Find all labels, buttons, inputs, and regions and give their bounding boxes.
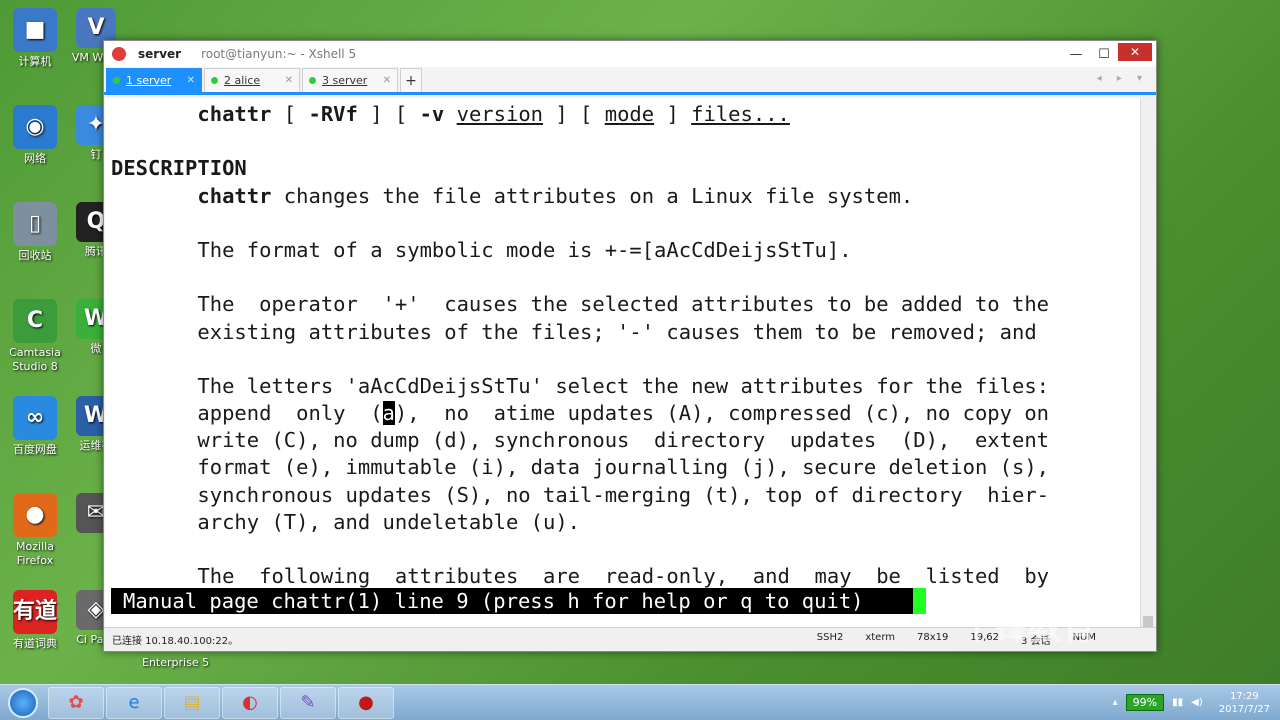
desktop-icon-label: 网络 bbox=[24, 152, 46, 165]
operator-line-1: The operator '+' causes the selected att… bbox=[197, 292, 1050, 317]
terminal-output[interactable]: chattr [ -RVf ] [ -v version ] [ mode ] … bbox=[105, 98, 1141, 628]
taskbar-app-xshell[interactable]: ◐ bbox=[222, 686, 278, 719]
volume-icon[interactable]: ◀) bbox=[1191, 697, 1203, 708]
tab-bar: 1 server ✕ 2 alice ✕ 3 server ✕ + ◂ ▸ ▾ bbox=[104, 67, 1156, 95]
letters-line-6: archy (T), and undeletable (u). bbox=[197, 509, 581, 534]
connected-dot-icon bbox=[113, 77, 120, 84]
desktop-icon-label: 百度网盘 bbox=[13, 443, 57, 456]
taskbar-app-cherry[interactable]: ● bbox=[338, 686, 394, 719]
battery-indicator[interactable]: 99% bbox=[1125, 694, 1165, 711]
format-line: The format of a symbolic mode is +-=[aAc… bbox=[197, 237, 852, 262]
text-cursor: a bbox=[382, 401, 395, 426]
desktop-icon[interactable]: 有道 有道词典 bbox=[1, 590, 69, 651]
tab-navigation[interactable]: ◂ ▸ ▾ bbox=[1097, 73, 1148, 84]
desktop-icon[interactable]: ◉ 网络 bbox=[1, 105, 69, 166]
tab-1-server[interactable]: 1 server ✕ bbox=[106, 68, 202, 92]
desktop-icon[interactable]: ▯ 回收站 bbox=[1, 202, 69, 263]
connection-status: 已连接 10.18.40.100:22。 bbox=[112, 636, 239, 647]
system-tray: ▴ 99% ▮▮ ◀) 17:29 2017/7/27 bbox=[1113, 690, 1280, 716]
terminal-size: 78x19 bbox=[917, 632, 949, 643]
desktop-icon-label: 有道词典 bbox=[13, 637, 57, 650]
start-button[interactable] bbox=[0, 685, 46, 720]
letters-line-4: format (e), immutable (i), data journall… bbox=[197, 455, 1050, 480]
clock-date: 2017/7/27 bbox=[1218, 703, 1270, 715]
following-line: The following attributes are read-only, … bbox=[197, 564, 1050, 589]
desktop-icon-label: Camtasia Studio 8 bbox=[9, 346, 61, 373]
windows-orb-icon bbox=[8, 687, 38, 718]
desktop-app-icon: ∞ bbox=[13, 396, 57, 440]
operator-line-2: existing attributes of the files; '-' ca… bbox=[197, 319, 1037, 344]
synopsis-line: chattr [ -RVf ] [ -v version ] [ mode ] … bbox=[197, 102, 790, 126]
tab-label: 3 server bbox=[322, 74, 368, 87]
tab-label: 2 alice bbox=[224, 74, 261, 87]
desktop-app-icon: C bbox=[13, 299, 57, 343]
desktop-app-icon: ● bbox=[13, 493, 57, 537]
tab-3-server[interactable]: 3 server ✕ bbox=[302, 68, 398, 92]
desktop-icon-label: 回收站 bbox=[18, 249, 52, 262]
protocol-label: SSH2 bbox=[816, 632, 844, 643]
connected-dot-icon bbox=[211, 77, 218, 84]
connected-dot-icon bbox=[309, 77, 316, 84]
minimize-button[interactable]: — bbox=[1062, 41, 1090, 67]
desktop-app-icon: ■ bbox=[13, 8, 57, 52]
clock-time: 17:29 bbox=[1229, 690, 1259, 702]
window-subtitle: root@tianyun:~ - Xshell 5 bbox=[201, 47, 357, 61]
window-title: server bbox=[138, 47, 182, 61]
desktop-icon-label: Mozilla Firefox bbox=[16, 540, 54, 567]
section-heading: DESCRIPTION bbox=[111, 156, 247, 181]
xshell-app-icon bbox=[112, 47, 126, 61]
new-tab-button[interactable]: + bbox=[400, 68, 422, 92]
taskbar-app-pinwheel[interactable]: ✿ bbox=[48, 686, 104, 719]
letters-line-5: synchronous updates (S), no tail-merging… bbox=[197, 482, 1050, 507]
desktop-icon[interactable]: ● Mozilla Firefox bbox=[1, 493, 69, 568]
desktop-app-icon: 有道 bbox=[13, 590, 57, 634]
pager-status-line: Manual page chattr(1) line 9 (press h fo… bbox=[111, 588, 919, 614]
watermark-logo: 千锋教育 bbox=[960, 608, 1096, 648]
letters-line-1: The letters 'aAcCdDeijsStTu' select the … bbox=[197, 373, 1050, 398]
tab-2-alice[interactable]: 2 alice ✕ bbox=[204, 68, 300, 92]
desktop-icon[interactable]: ∞ 百度网盘 bbox=[1, 396, 69, 457]
desktop-icon[interactable]: C Camtasia Studio 8 bbox=[1, 299, 69, 374]
vertical-scrollbar[interactable] bbox=[1140, 98, 1154, 628]
tab-close-icon[interactable]: ✕ bbox=[383, 75, 391, 86]
taskbar: ✿ e ▤ ◐ ✎ ● ▴ 99% ▮▮ ◀) 17:29 2017/7/27 bbox=[0, 684, 1280, 720]
terminal-type: xterm bbox=[865, 632, 895, 643]
taskbar-app-ie[interactable]: e bbox=[106, 686, 162, 719]
desktop-app-icon: ◉ bbox=[13, 105, 57, 149]
letters-line-2: append only (a), no atime updates (A), c… bbox=[197, 401, 1050, 426]
close-button[interactable]: ✕ bbox=[1118, 43, 1152, 61]
desc-line: chattr changes the file attributes on a … bbox=[197, 183, 914, 208]
tray-icon[interactable]: ▴ bbox=[1113, 697, 1118, 708]
tab-label: 1 server bbox=[126, 74, 172, 87]
taskbar-app-paint[interactable]: ✎ bbox=[280, 686, 336, 719]
title-bar[interactable]: server root@tianyun:~ - Xshell 5 — ☐ ✕ bbox=[104, 41, 1156, 67]
hidden-window-label: Enterprise 5 bbox=[142, 656, 210, 669]
xshell-window: server root@tianyun:~ - Xshell 5 — ☐ ✕ 1… bbox=[103, 40, 1157, 652]
desktop-icon-label: 计算机 bbox=[18, 55, 52, 68]
taskbar-app-explorer[interactable]: ▤ bbox=[164, 686, 220, 719]
maximize-button[interactable]: ☐ bbox=[1090, 41, 1118, 67]
desktop-icon[interactable]: ■ 计算机 bbox=[1, 8, 69, 69]
pager-cursor bbox=[913, 588, 926, 614]
clock[interactable]: 17:29 2017/7/27 bbox=[1219, 690, 1270, 716]
network-icon[interactable]: ▮▮ bbox=[1172, 697, 1183, 708]
tab-close-icon[interactable]: ✕ bbox=[285, 75, 293, 86]
tab-close-icon[interactable]: ✕ bbox=[187, 75, 195, 86]
letters-line-3: write (C), no dump (d), synchronous dire… bbox=[197, 428, 1050, 453]
desktop-app-icon: ▯ bbox=[13, 202, 57, 246]
